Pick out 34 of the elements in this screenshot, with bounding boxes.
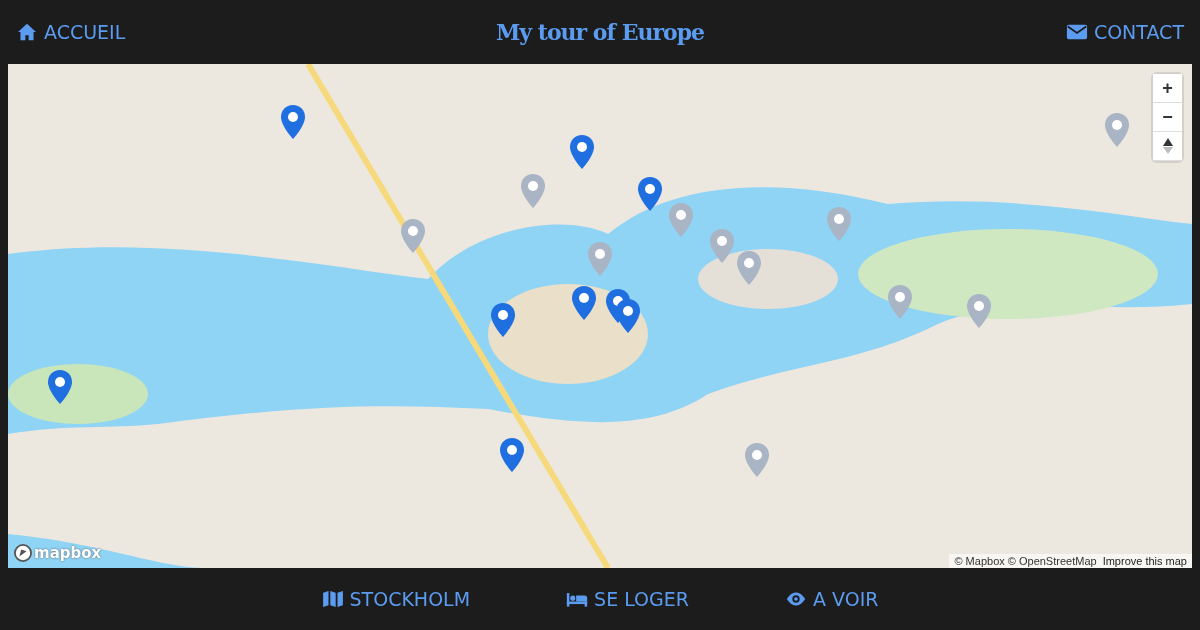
compass-icon <box>1162 138 1173 154</box>
map-pin-icon[interactable] <box>568 134 596 170</box>
map-pin-icon[interactable] <box>886 284 914 320</box>
home-icon <box>16 23 38 41</box>
contact-link[interactable]: CONTACT <box>1065 21 1184 43</box>
map-pin-icon[interactable] <box>667 202 695 238</box>
map-pin-icon[interactable] <box>399 218 427 254</box>
map-pin-icon[interactable] <box>743 442 771 478</box>
nav-link[interactable]: SE LOGER <box>566 588 689 610</box>
map-pin-icon[interactable] <box>519 173 547 209</box>
home-link[interactable]: ACCUEIL <box>16 21 126 43</box>
map-pin-icon[interactable] <box>498 437 526 473</box>
improve-map-link[interactable]: Improve this map <box>1102 555 1187 567</box>
map-pin-icon[interactable] <box>279 104 307 140</box>
attribution-text: © Mapbox © OpenStreetMap <box>954 555 1097 567</box>
envelope-icon <box>1065 23 1088 41</box>
map-pin-icon[interactable] <box>825 206 853 242</box>
map-pin-icon[interactable] <box>965 293 993 329</box>
map-pin-icon[interactable] <box>46 369 74 405</box>
map-pin-icon[interactable] <box>1103 112 1131 148</box>
map-pin-icon[interactable] <box>614 298 642 334</box>
bed-icon <box>566 590 589 608</box>
eye-icon <box>785 590 807 608</box>
map-pin-icon[interactable] <box>708 228 736 264</box>
nav-link[interactable]: STOCKHOLM <box>321 588 471 610</box>
site-title: My tour of Europe <box>495 19 705 45</box>
map-pin-icon[interactable] <box>586 241 614 277</box>
map-pin-icon[interactable] <box>636 176 664 212</box>
map-pin-icon[interactable] <box>735 250 763 286</box>
map-pin-icon[interactable] <box>570 285 598 321</box>
folded-map-icon <box>321 590 344 608</box>
nav-link[interactable]: A VOIR <box>785 588 879 610</box>
zoom-in-button[interactable]: + <box>1153 74 1182 103</box>
map-pin-icon[interactable] <box>489 302 517 338</box>
